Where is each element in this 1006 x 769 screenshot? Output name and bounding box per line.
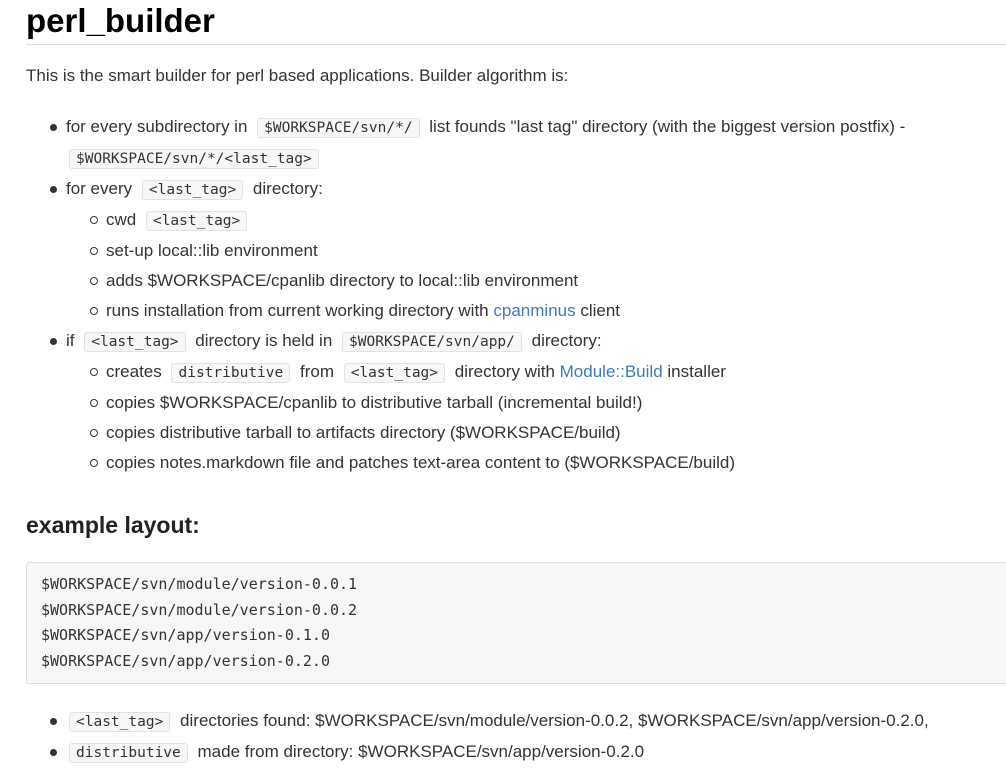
code-line: $WORKSPACE/svn/app/version-0.1.0 [41,626,330,644]
readme-document: perl_builder This is the smart builder f… [26,0,1006,768]
page-title: perl_builder [26,0,1006,45]
intro-paragraph: This is the smart builder for perl based… [26,66,569,85]
inline-code: $WORKSPACE/svn/app/ [342,332,522,352]
inline-code: <last_tag> [343,363,446,383]
list-item-creates: creates distributive from <last_tag> dir… [66,357,1006,388]
inline-code: $WORKSPACE/svn/*/ [257,118,420,138]
nested-list: creates distributive from <last_tag> dir… [66,357,1006,478]
list-item-directories-found: <last_tag> directories found: $WORKSPACE… [26,706,1006,737]
step1-text: for every subdirectory in [66,117,248,136]
list-item-cwd: cwd <last_tag> [66,205,1006,236]
copies-notes-text: copies notes.markdown file and patches t… [106,453,735,472]
module-build-link[interactable]: Module::Build [560,362,663,381]
copies-tarball-text: copies distributive tarball to artifacts… [106,423,621,442]
step2-text: for every [66,179,133,198]
list-item-for-every-tag: for every <last_tag> directory: cwd <las… [26,174,1006,326]
code-line: $WORKSPACE/svn/module/version-0.0.1 [41,575,358,593]
list-item-copies-notes: copies notes.markdown file and patches t… [66,448,1006,478]
code-line: $WORKSPACE/svn/app/version-0.2.0 [41,651,330,670]
inline-code: <last_tag> [141,180,244,200]
cwd-text: cwd [106,210,137,229]
list-item-app-directory: if <last_tag> directory is held in $WORK… [26,326,1006,478]
example-code-block: $WORKSPACE/svn/module/version-0.0.1 $WORK… [26,562,1006,684]
directories-found-text: directories found: $WORKSPACE/svn/module… [180,711,929,730]
step1-text-continued: list founds "last tag" directory (with t… [429,117,906,136]
step2-text-continued: directory: [252,179,323,198]
runs-text: runs installation from current working d… [106,301,489,320]
setup-text: set-up local::lib environment [106,241,318,260]
creates-from-text: from [299,362,334,381]
list-item-distributive-made: distributive made from directory: $WORKS… [26,737,1006,768]
list-item-copies-tarball: copies distributive tarball to artifacts… [66,418,1006,448]
inline-code: <last_tag> [145,211,248,231]
creates-text: creates [106,362,162,381]
inline-code: distributive [171,363,291,383]
step3-text: if [66,331,75,350]
results-list: <last_tag> directories found: $WORKSPACE… [26,706,1006,768]
adds-text: adds $WORKSPACE/cpanlib directory to loc… [106,271,579,290]
algorithm-list: for every subdirectory in $WORKSPACE/svn… [26,112,1006,478]
nested-list: cwd <last_tag> set-up local::lib environ… [66,205,1006,326]
cpanminus-link[interactable]: cpanminus [493,301,575,320]
code-line: $WORKSPACE/svn/module/version-0.0.2 [41,600,358,619]
inline-code: <last_tag> [84,332,186,352]
list-item-adds: adds $WORKSPACE/cpanlib directory to loc… [66,266,1006,296]
example-layout-heading: example layout: [26,512,200,538]
list-item-subdirectory-scan: for every subdirectory in $WORKSPACE/svn… [26,112,1006,174]
list-item-setup: set-up local::lib environment [66,236,1006,266]
inline-code: <last_tag> [69,712,171,732]
list-item-runs: runs installation from current working d… [66,296,1006,326]
copies-cpanlib-text: copies $WORKSPACE/cpanlib to distributiv… [106,393,643,412]
list-item-copies-cpanlib: copies $WORKSPACE/cpanlib to distributiv… [66,388,1006,418]
inline-code: distributive [69,743,188,763]
inline-code: $WORKSPACE/svn/*/<last_tag> [69,149,319,169]
runs-text-end: client [580,301,621,320]
creates-directory-text: directory with [454,362,555,381]
step3-text-end: directory: [531,331,602,350]
creates-installer-text: installer [667,362,726,381]
distributive-made-text: made from directory: $WORKSPACE/svn/app/… [197,742,645,761]
step3-text-continued: directory is held in [195,331,333,350]
